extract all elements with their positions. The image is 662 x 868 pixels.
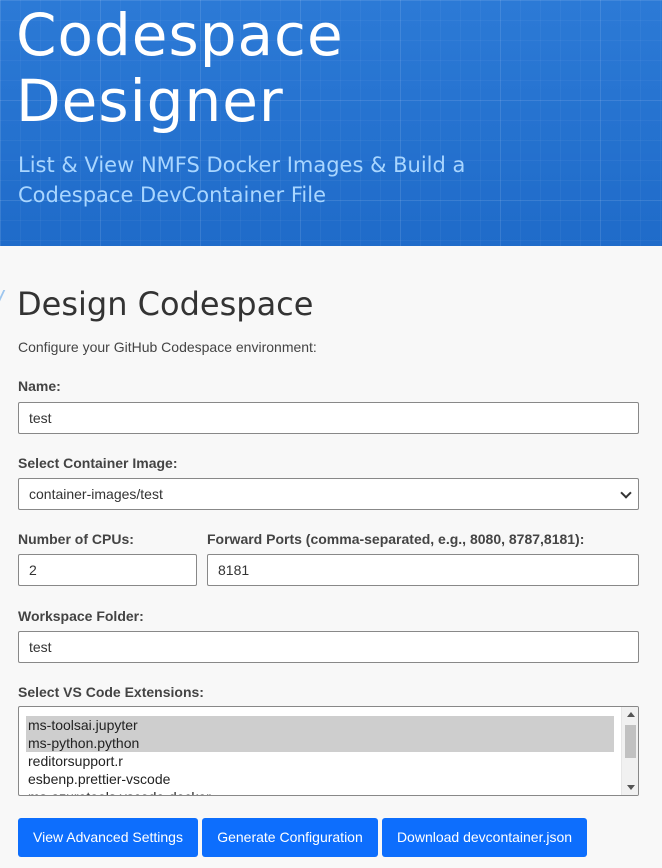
container-image-value: container-images/test [29,486,163,502]
name-label: Name: [18,378,61,394]
scroll-down-arrow-icon[interactable] [627,785,635,790]
site-subtitle: List & View NMFS Docker Images & Build a… [18,153,466,207]
download-devcontainer-button[interactable]: Download devcontainer.json [382,818,587,857]
section-accent-mark [0,290,12,304]
section-description: Configure your GitHub Codespace environm… [18,339,317,355]
extension-option[interactable]: ms-python.python [26,734,614,752]
section-title: Design Codespace [17,285,314,323]
container-image-label: Select Container Image: [18,455,178,471]
workspace-input[interactable] [18,631,639,663]
extension-option[interactable]: ms-azuretools.vscode-docker [26,788,614,795]
site-title: Codespace Designer [16,1,344,135]
generate-configuration-button[interactable]: Generate Configuration [202,818,378,857]
container-image-select[interactable]: container-images/test [18,478,639,510]
ports-input[interactable] [207,554,639,586]
cpus-input[interactable] [18,554,197,586]
scroll-up-arrow-icon[interactable] [627,712,635,717]
workspace-label: Workspace Folder: [18,608,144,624]
extensions-listbox[interactable]: ms-toolsai.jupyter ms-python.python redi… [18,706,639,796]
cpus-label: Number of CPUs: [18,531,134,547]
extension-option[interactable]: reditorsupport.r [26,752,614,770]
site-header: Codespace Designer List & View NMFS Dock… [0,0,662,246]
chevron-down-icon [620,487,632,499]
scrollbar-thumb[interactable] [625,725,636,758]
extension-option[interactable]: esbenp.prettier-vscode [26,770,614,788]
listbox-scrollbar[interactable] [621,707,638,795]
extensions-label: Select VS Code Extensions: [18,684,204,700]
extension-option[interactable]: ms-toolsai.jupyter [26,716,614,734]
view-advanced-settings-button[interactable]: View Advanced Settings [18,818,198,857]
ports-label: Forward Ports (comma-separated, e.g., 80… [207,531,585,547]
name-input[interactable] [18,402,639,434]
